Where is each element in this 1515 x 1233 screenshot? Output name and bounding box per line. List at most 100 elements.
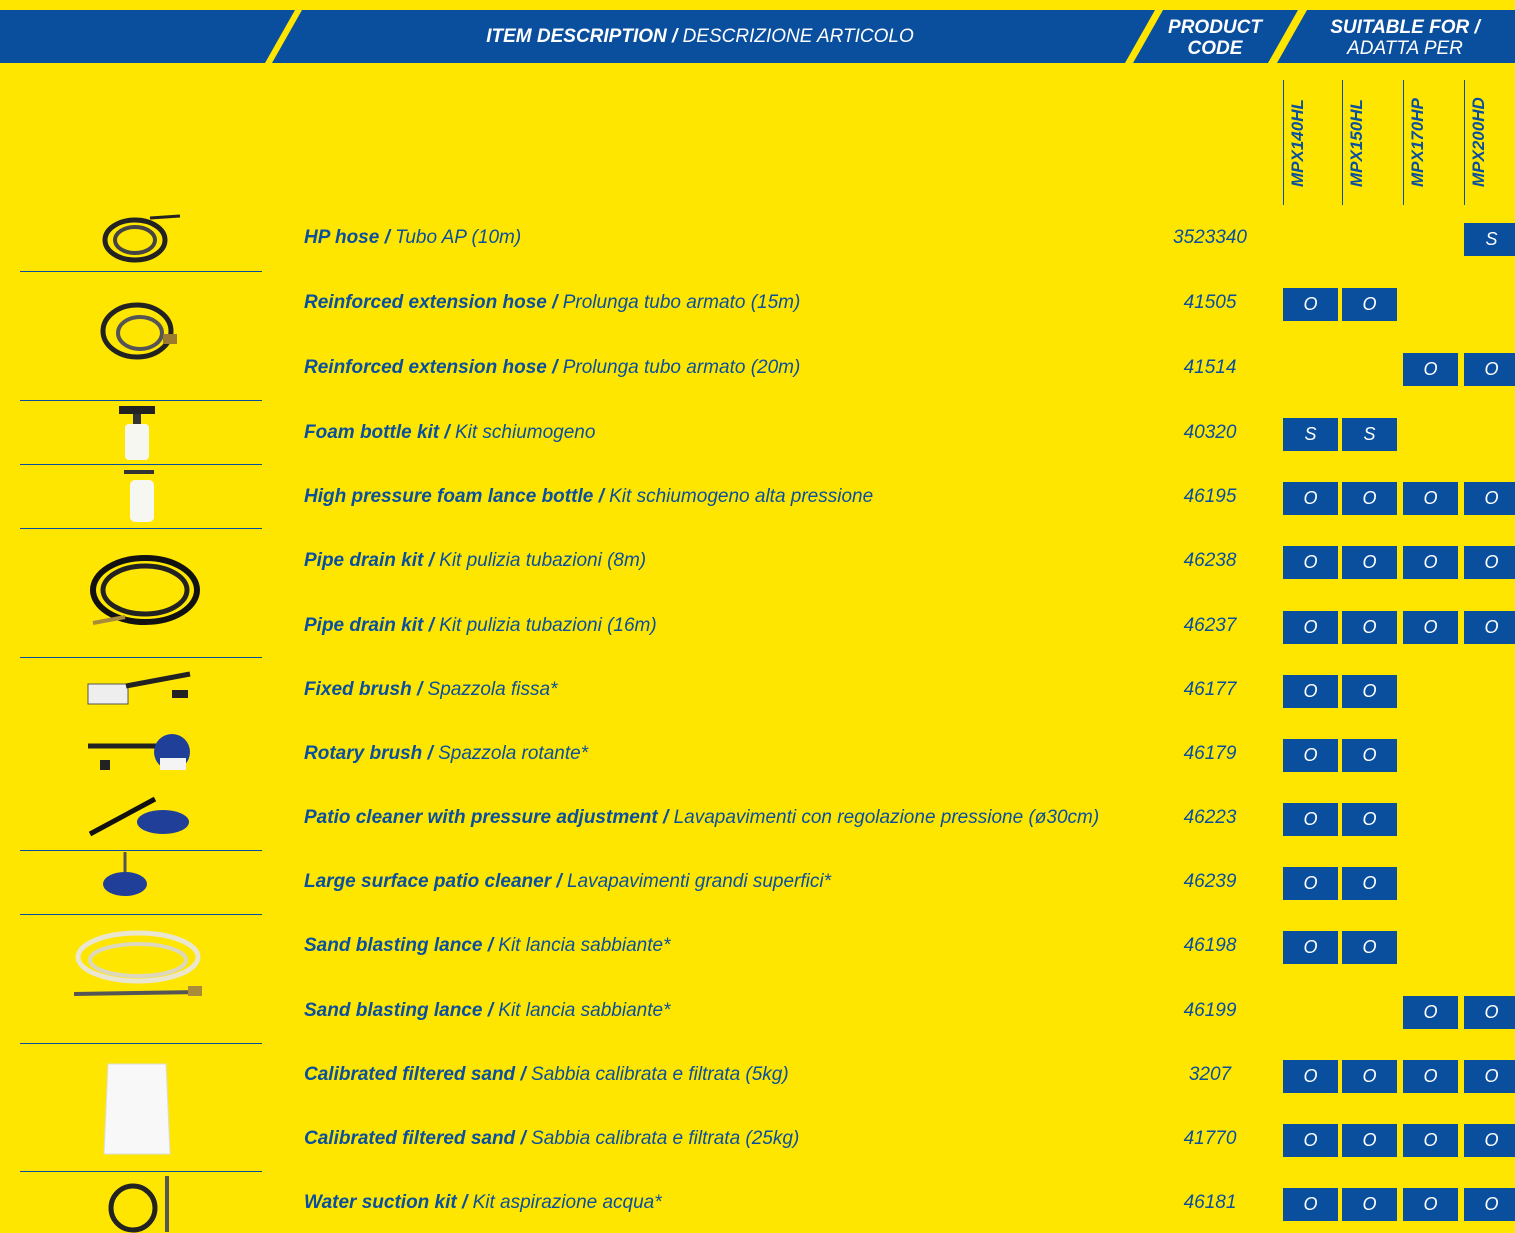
- product-code: 46179: [1183, 743, 1237, 764]
- compatibility-mark: S: [1464, 223, 1515, 256]
- compatibility-mark: O: [1283, 482, 1338, 515]
- compatibility-mark: O: [1342, 803, 1397, 836]
- compatibility-mark: O: [1342, 288, 1397, 321]
- item-description: Pipe drain kit / Kit pulizia tubazioni (…: [304, 615, 657, 636]
- item-description: Reinforced extension hose / Prolunga tub…: [304, 357, 801, 378]
- compatibility-mark: O: [1342, 1060, 1397, 1093]
- item-description: Fixed brush / Spazzola fissa*: [304, 679, 558, 700]
- compatibility-mark: O: [1283, 611, 1338, 644]
- model-label: MPX200HD: [1469, 97, 1488, 187]
- compatibility-mark: O: [1342, 611, 1397, 644]
- compatibility-mark: O: [1464, 353, 1515, 386]
- item-description: Calibrated filtered sand / Sabbia calibr…: [304, 1128, 800, 1149]
- product-code: 46237: [1183, 615, 1237, 636]
- compatibility-mark: O: [1464, 482, 1515, 515]
- foam-lance-bottle-image: [124, 470, 154, 522]
- compatibility-mark: O: [1283, 931, 1338, 964]
- product-code: 46198: [1183, 935, 1237, 956]
- product-code: 46181: [1183, 1192, 1237, 1213]
- item-description: Rotary brush / Spazzola rotante*: [304, 743, 589, 764]
- compatibility-mark: O: [1283, 1060, 1338, 1093]
- compatibility-mark: O: [1342, 675, 1397, 708]
- item-description: High pressure foam lance bottle / Kit sc…: [304, 486, 874, 507]
- item-description: Foam bottle kit / Kit schiumogeno: [304, 422, 596, 443]
- compatibility-mark: O: [1464, 1060, 1515, 1093]
- extension-hose-image: [100, 302, 177, 360]
- compatibility-mark: O: [1464, 611, 1515, 644]
- product-code: 3523340: [1173, 227, 1247, 248]
- product-code: 40320: [1183, 422, 1237, 443]
- sand-blasting-lance-image: [73, 930, 203, 996]
- row-separator: [20, 528, 262, 529]
- model-divider: [1464, 80, 1465, 205]
- item-description: Sand blasting lance / Kit lancia sabbian…: [304, 935, 671, 956]
- row-separator: [20, 657, 262, 658]
- compatibility-mark: O: [1283, 739, 1338, 772]
- product-code: 46238: [1183, 550, 1237, 571]
- pipe-drain-image: [90, 555, 200, 625]
- water-suction-image: [108, 1176, 169, 1233]
- model-divider: [1403, 80, 1404, 205]
- compatibility-mark: O: [1342, 1124, 1397, 1157]
- compatibility-mark: O: [1403, 996, 1458, 1029]
- product-code: 46223: [1183, 807, 1237, 828]
- item-description-header: ITEM DESCRIPTION / DESCRIZIONE ARTICOLO: [486, 26, 914, 47]
- product-code: 41770: [1183, 1128, 1237, 1149]
- compatibility-mark: O: [1342, 931, 1397, 964]
- compatibility-mark: O: [1403, 1188, 1458, 1221]
- item-description: Calibrated filtered sand / Sabbia calibr…: [304, 1064, 789, 1085]
- hose-image: [102, 214, 181, 263]
- item-description: Patio cleaner with pressure adjustment /…: [304, 807, 1100, 828]
- compatibility-mark: O: [1464, 1188, 1515, 1221]
- sand-bag-image: [103, 1063, 171, 1155]
- header-segment-left: [0, 10, 295, 63]
- row-separator: [20, 400, 262, 401]
- patio-cleaner-image: [88, 796, 189, 837]
- compatibility-mark: O: [1403, 353, 1458, 386]
- row-separator: [20, 850, 262, 851]
- item-description: HP hose / Tubo AP (10m): [304, 227, 522, 248]
- compatibility-mark: O: [1403, 1060, 1458, 1093]
- model-label: MPX140HL: [1288, 99, 1307, 187]
- compatibility-mark: O: [1464, 546, 1515, 579]
- compatibility-mark: O: [1283, 867, 1338, 900]
- compatibility-mark: S: [1283, 418, 1338, 451]
- compatibility-mark: O: [1342, 482, 1397, 515]
- compatibility-mark: S: [1342, 418, 1397, 451]
- product-code: 3207: [1188, 1064, 1232, 1085]
- product-code: 46199: [1183, 1000, 1237, 1021]
- compatibility-mark: O: [1464, 1124, 1515, 1157]
- product-code: 41505: [1183, 292, 1237, 313]
- compatibility-mark: O: [1403, 1124, 1458, 1157]
- item-description: Large surface patio cleaner / Lavapavime…: [304, 871, 831, 892]
- rotary-brush-image: [88, 734, 190, 770]
- item-description: Sand blasting lance / Kit lancia sabbian…: [304, 1000, 671, 1021]
- product-code: 46177: [1183, 679, 1237, 700]
- product-code: 41514: [1183, 357, 1237, 378]
- compatibility-mark: O: [1342, 1188, 1397, 1221]
- model-label: MPX150HL: [1347, 99, 1366, 187]
- row-separator: [20, 914, 262, 915]
- product-code: 46195: [1183, 486, 1237, 507]
- item-description: Reinforced extension hose / Prolunga tub…: [304, 292, 801, 313]
- compatibility-mark: O: [1283, 288, 1338, 321]
- compatibility-mark: O: [1283, 1188, 1338, 1221]
- fixed-brush-image: [87, 671, 191, 705]
- compatibility-mark: O: [1283, 546, 1338, 579]
- compatibility-mark: O: [1403, 611, 1458, 644]
- compatibility-mark: O: [1403, 482, 1458, 515]
- row-separator: [20, 271, 262, 272]
- compatibility-mark: O: [1342, 546, 1397, 579]
- product-code-header: PRODUCT CODE: [1168, 17, 1262, 59]
- compatibility-mark: O: [1342, 739, 1397, 772]
- large-patio-cleaner-image: [103, 852, 147, 896]
- item-description: Pipe drain kit / Kit pulizia tubazioni (…: [304, 550, 647, 571]
- model-label: MPX170HP: [1408, 98, 1427, 187]
- suitable-for-header: SUITABLE FOR / ADATTA PER: [1330, 17, 1480, 59]
- row-separator: [20, 464, 262, 465]
- model-divider: [1283, 80, 1284, 205]
- model-divider: [1342, 80, 1343, 205]
- compatibility-mark: O: [1342, 867, 1397, 900]
- compatibility-mark: O: [1283, 803, 1338, 836]
- foam-bottle-image: [119, 406, 155, 460]
